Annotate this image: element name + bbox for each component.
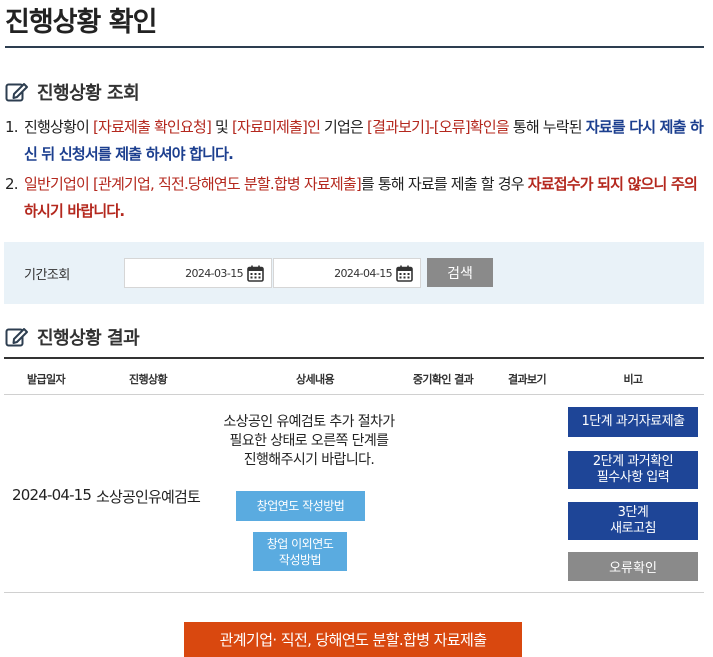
filter-label: 기간조회 (24, 268, 70, 283)
notice-item: 2. 일반기업이 [관계기업, 직전.당해연도 분할.합병 자료제출]를 통해 … (5, 171, 705, 225)
page-title: 진행상황 확인 (5, 7, 157, 38)
notice-number: 2. (5, 175, 19, 193)
notice-text: 진행상황이 [자료제출 확인요청] 및 [자료미제출]인 기업은 [결과보기]-… (24, 118, 704, 163)
notice-item: 1. 진행상황이 [자료제출 확인요청] 및 [자료미제출]인 기업은 [결과보… (5, 114, 705, 168)
header-status: 진행상황 (128, 373, 168, 386)
edit-icon (5, 328, 28, 347)
edit-icon (5, 83, 28, 102)
section-title-text: 진행상황 조회 (37, 83, 140, 104)
affiliate-data-submit-button[interactable]: 관계기업· 직전, 당해연도 분할.합병 자료제출 (184, 622, 522, 657)
search-button[interactable]: 검색 (427, 258, 493, 287)
error-check-button[interactable]: 오류확인 (568, 552, 698, 581)
step2-past-confirm-button[interactable]: 2단계 과거확인 필수사항 입력 (568, 451, 698, 489)
calendar-icon[interactable] (247, 265, 264, 282)
step3-refresh-button[interactable]: 3단계 새로고침 (568, 502, 698, 540)
end-date-value: 2024-04-15 (334, 267, 393, 280)
header-view-result: 결과보기 (507, 373, 547, 386)
title-divider (5, 46, 704, 48)
section-title-text: 진행상황 결과 (37, 328, 140, 349)
calendar-icon[interactable] (396, 265, 413, 282)
header-detail: 상세내용 (295, 373, 335, 386)
row-status: 소상공인유예검토 (96, 488, 201, 506)
founding-year-guide-button[interactable]: 창업연도 작성방법 (236, 491, 365, 521)
notice-list: 1. 진행상황이 [자료제출 확인요청] 및 [자료미제출]인 기업은 [결과보… (5, 114, 705, 225)
start-date-value: 2024-03-15 (185, 267, 244, 280)
end-date-input[interactable]: 2024-04-15 (273, 258, 421, 288)
table-header: 발급일자 진행상황 상세내용 중기확인 결과 결과보기 비고 (4, 357, 704, 395)
header-issue-date: 발급일자 (26, 373, 66, 386)
header-remarks: 비고 (623, 373, 643, 386)
row-divider (4, 592, 704, 593)
step1-past-data-button[interactable]: 1단계 과거자료제출 (568, 407, 698, 437)
header-confirm-result: 중기확인 결과 (412, 373, 474, 386)
row-detail-text: 소상공인 유예검토 추가 절차가 필요한 상태로 오른쪽 단계를 진행해주시기 … (223, 414, 395, 468)
date-filter-panel: 기간조회 2024-03-15 2024-04-15 검색 (4, 242, 704, 304)
section-title-inquiry: 진행상황 조회 (5, 79, 140, 105)
start-date-input[interactable]: 2024-03-15 (124, 258, 272, 288)
row-issue-date: 2024-04-15 (12, 486, 92, 504)
notice-number: 1. (5, 118, 19, 136)
section-title-result: 진행상황 결과 (5, 324, 140, 350)
notice-text: 일반기업이 [관계기업, 직전.당해연도 분할.합병 자료제출]를 통해 자료를… (24, 175, 698, 220)
other-year-guide-button[interactable]: 창업 이외연도 작성방법 (253, 532, 347, 571)
